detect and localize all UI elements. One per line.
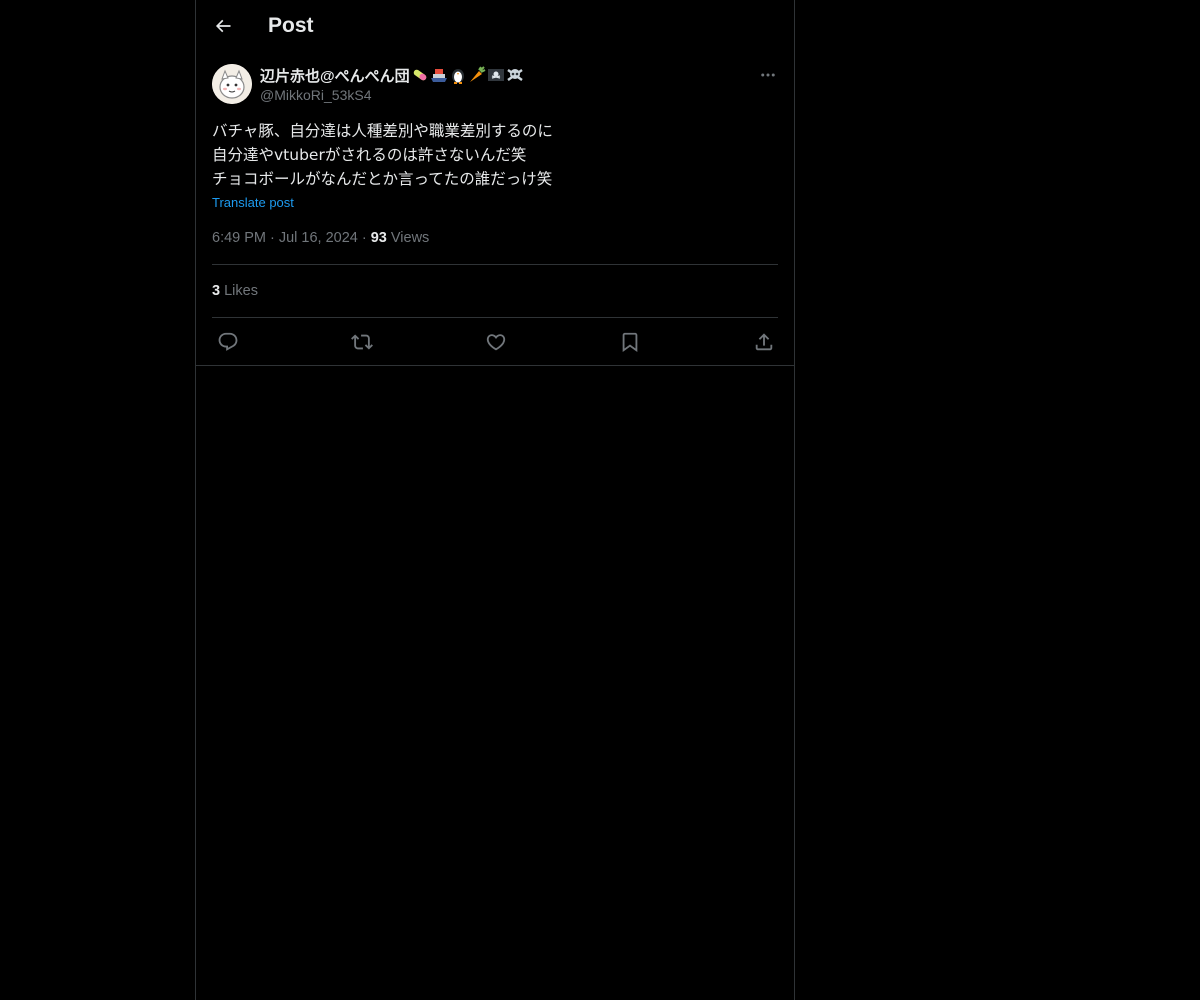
repost-icon bbox=[351, 331, 373, 353]
post-text: バチャ豚、自分達は人種差別や職業差別するのに 自分達やvtuberがされるのは許… bbox=[212, 119, 778, 191]
pill-emoji-icon bbox=[411, 66, 429, 84]
post-text-line: 自分達やvtuberがされるのは許さないんだ笑 bbox=[212, 146, 527, 164]
repost-button[interactable] bbox=[348, 328, 376, 356]
divider bbox=[196, 365, 794, 366]
views-label: Views bbox=[390, 230, 430, 246]
bookmark-icon bbox=[619, 331, 641, 353]
pirate-flag-emoji-icon bbox=[487, 66, 505, 84]
post-text-line: チョコボールがなんだとか言ってたの誰だっけ笑 bbox=[212, 170, 553, 188]
post-time[interactable]: 6:49 PM bbox=[212, 230, 266, 246]
skull-crossbones-emoji-icon bbox=[506, 66, 524, 84]
separator-dot: · bbox=[270, 230, 275, 246]
reply-icon bbox=[217, 331, 239, 353]
likes-link[interactable]: 3 Likes bbox=[212, 283, 258, 299]
share-icon bbox=[753, 331, 775, 353]
heart-icon bbox=[485, 331, 507, 353]
author-display-name[interactable]: 辺片赤也@ぺんぺん団 bbox=[260, 65, 524, 86]
page-title: Post bbox=[268, 14, 314, 37]
translate-post-link[interactable]: Translate post bbox=[212, 195, 294, 210]
carrot-emoji-icon bbox=[468, 66, 486, 84]
post-date[interactable]: Jul 16, 2024 bbox=[279, 230, 358, 246]
more-horizontal-icon bbox=[759, 66, 777, 84]
post-meta: 6:49 PM · Jul 16, 2024 · 93 Views bbox=[212, 230, 429, 246]
back-button[interactable] bbox=[206, 9, 240, 43]
author-handle[interactable]: @MikkoRi_53kS4 bbox=[260, 87, 371, 103]
bookmark-button[interactable] bbox=[616, 328, 644, 356]
likes-label: Likes bbox=[224, 283, 258, 299]
more-options-button[interactable] bbox=[754, 64, 782, 86]
arrow-left-icon bbox=[213, 16, 233, 36]
likes-count: 3 bbox=[212, 283, 221, 299]
share-button[interactable] bbox=[750, 328, 778, 356]
post-column: Post 辺片赤也@ぺんぺん団 @MikkoRi_53kS4 バチャ豚、自分達は… bbox=[195, 0, 795, 1000]
post-header: Post bbox=[196, 0, 794, 54]
reply-button[interactable] bbox=[214, 328, 242, 356]
penguin-emoji-icon bbox=[449, 66, 467, 84]
like-button[interactable] bbox=[482, 328, 510, 356]
ship-emoji-icon bbox=[430, 66, 448, 84]
author-name-text: 辺片赤也@ぺんぺん団 bbox=[260, 68, 410, 85]
views-count: 93 bbox=[370, 230, 387, 246]
divider bbox=[212, 317, 778, 318]
separator-dot: · bbox=[361, 230, 367, 246]
divider bbox=[212, 264, 778, 265]
post-text-line: バチャ豚、自分達は人種差別や職業差別するのに bbox=[212, 122, 553, 140]
avatar[interactable] bbox=[212, 64, 252, 104]
